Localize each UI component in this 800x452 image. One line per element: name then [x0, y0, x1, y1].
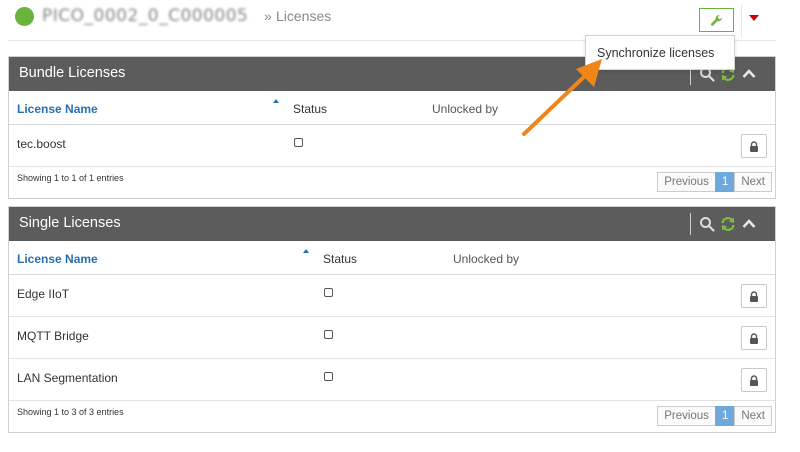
pagination: Previous 1 Next	[657, 406, 772, 426]
status-checkbox[interactable]	[324, 330, 333, 339]
refresh-icon[interactable]	[720, 216, 736, 232]
pagination: Previous 1 Next	[657, 172, 772, 192]
single-licenses-panel: Single Licenses License Name Status Unlo…	[8, 206, 776, 433]
previous-page-button[interactable]: Previous	[657, 406, 716, 426]
chevron-down-icon[interactable]	[749, 15, 759, 21]
panel-header: Single Licenses	[9, 207, 775, 241]
table-row: Edge IIoT	[9, 275, 775, 317]
table-header: License Name Status Unlocked by	[9, 241, 775, 275]
status-indicator	[15, 7, 34, 26]
table-row: LAN Segmentation	[9, 359, 775, 401]
wrench-icon	[710, 14, 722, 26]
column-unlocked-by[interactable]: Unlocked by	[453, 252, 519, 266]
license-name: Edge IIoT	[17, 287, 70, 301]
lock-icon	[750, 140, 758, 152]
unlock-button[interactable]	[741, 368, 767, 392]
column-license-name[interactable]: License Name	[17, 252, 98, 266]
column-license-name[interactable]: License Name	[17, 102, 98, 116]
panel-title: Single Licenses	[19, 215, 121, 231]
column-unlocked-by[interactable]: Unlocked by	[432, 102, 498, 116]
previous-page-button[interactable]: Previous	[657, 172, 716, 192]
search-icon[interactable]	[699, 216, 715, 232]
license-name: tec.boost	[17, 137, 66, 151]
status-checkbox[interactable]	[324, 288, 333, 297]
breadcrumb-current: Licenses	[276, 8, 332, 24]
table-footer: Showing 1 to 3 of 3 entries Previous 1 N…	[9, 401, 775, 432]
table-row: tec.boost	[9, 125, 775, 167]
synchronize-licenses-item[interactable]: Synchronize licenses	[586, 36, 734, 70]
panel-toolbar	[687, 207, 775, 241]
toolbar-divider	[690, 213, 691, 235]
chevron-up-icon[interactable]	[741, 66, 757, 82]
table-header: License Name Status Unlocked by	[9, 91, 775, 125]
lock-icon	[750, 374, 758, 386]
device-name[interactable]: PICO_0002_0_C000005	[42, 6, 248, 26]
unlock-button[interactable]	[741, 326, 767, 350]
status-checkbox[interactable]	[294, 138, 303, 147]
chevron-up-icon[interactable]	[741, 216, 757, 232]
tools-button[interactable]	[699, 8, 734, 32]
page-1-button[interactable]: 1	[714, 172, 736, 192]
panel-title: Bundle Licenses	[19, 65, 126, 81]
sort-asc-icon[interactable]	[273, 99, 279, 103]
column-status[interactable]: Status	[323, 252, 357, 266]
entries-info: Showing 1 to 1 of 1 entries	[17, 173, 124, 183]
page-header: PICO_0002_0_C000005 » Licenses	[0, 0, 800, 40]
sort-asc-icon[interactable]	[303, 249, 309, 253]
license-name: LAN Segmentation	[17, 371, 118, 385]
next-page-button[interactable]: Next	[734, 172, 772, 192]
table-row: MQTT Bridge	[9, 317, 775, 359]
status-checkbox[interactable]	[324, 372, 333, 381]
unlock-button[interactable]	[741, 134, 767, 158]
page-1-button[interactable]: 1	[714, 406, 736, 426]
lock-icon	[750, 290, 758, 302]
column-status[interactable]: Status	[293, 102, 327, 116]
next-page-button[interactable]: Next	[734, 406, 772, 426]
unlock-button[interactable]	[741, 284, 767, 308]
license-name: MQTT Bridge	[17, 329, 89, 343]
table-footer: Showing 1 to 1 of 1 entries Previous 1 N…	[9, 167, 775, 198]
entries-info: Showing 1 to 3 of 3 entries	[17, 407, 124, 417]
breadcrumb-separator: »	[264, 8, 272, 24]
header-divider	[741, 4, 742, 38]
bundle-licenses-panel: Bundle Licenses License Name Status Unlo…	[8, 56, 776, 199]
annotation-arrow	[522, 59, 602, 136]
lock-icon	[750, 332, 758, 344]
